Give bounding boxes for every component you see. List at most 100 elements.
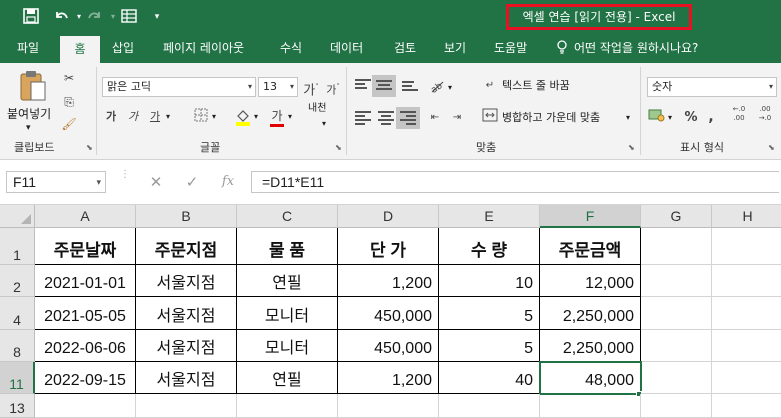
lightbulb-icon[interactable] [556, 33, 568, 63]
align-right-icon[interactable] [400, 111, 416, 125]
font-color-dropdown-icon[interactable]: ▾ [288, 108, 292, 126]
table-header-cell[interactable]: 단 가 [338, 228, 439, 265]
empty-cell[interactable] [712, 330, 781, 362]
select-all-corner[interactable] [0, 205, 35, 228]
table-header-cell[interactable]: 수 량 [439, 228, 540, 265]
align-left-icon[interactable] [355, 111, 371, 125]
wrap-text-button[interactable]: 텍스트 줄 바꿈 [502, 77, 570, 95]
insert-function-icon[interactable]: fx [218, 172, 238, 192]
tab-formulas[interactable]: 수식 [280, 33, 302, 63]
table-header-cell[interactable]: 주문지점 [136, 228, 237, 265]
align-bottom-icon[interactable] [402, 81, 418, 93]
accounting-format-icon[interactable] [648, 108, 666, 126]
font-name-select[interactable]: 맑은 고딕 ▾ [102, 77, 256, 97]
comma-style-icon[interactable]: , [702, 108, 720, 126]
copy-icon[interactable]: ⎘ [60, 93, 78, 111]
empty-cell[interactable] [237, 394, 338, 418]
empty-cell[interactable] [136, 394, 237, 418]
bold-icon[interactable]: 가 [102, 108, 120, 126]
table-cell[interactable]: 2022-06-06 [35, 330, 136, 362]
column-header-a[interactable]: A [35, 205, 136, 228]
redo-icon[interactable] [86, 8, 104, 26]
column-header-c[interactable]: C [237, 205, 338, 228]
decrease-indent-icon[interactable]: ⇤ [426, 109, 444, 127]
table-cell[interactable]: 연필 [237, 362, 338, 394]
column-header-b[interactable]: B [136, 205, 237, 228]
accounting-dropdown-icon[interactable]: ▾ [668, 109, 672, 127]
empty-cell[interactable] [439, 394, 540, 418]
increase-decimal-icon[interactable]: ←.0.00 [730, 105, 748, 123]
number-format-select[interactable]: 숫자 ▾ [647, 77, 777, 97]
tab-file[interactable]: 파일 [17, 33, 39, 63]
tell-me-search[interactable]: 어떤 작업을 원하시나요? [574, 33, 698, 63]
phonetic-dropdown-icon[interactable]: ▾ [322, 115, 326, 133]
empty-cell[interactable] [712, 228, 781, 265]
empty-cell[interactable] [540, 394, 641, 418]
increase-indent-icon[interactable]: ⇥ [448, 109, 466, 127]
tab-insert[interactable]: 삽입 [112, 33, 134, 63]
table-cell[interactable]: 모니터 [237, 297, 338, 330]
orientation-icon[interactable]: ab [428, 78, 446, 96]
italic-icon[interactable]: 가 [124, 108, 142, 126]
tab-review[interactable]: 검토 [394, 33, 416, 63]
active-cell[interactable]: 48,000 [539, 361, 642, 395]
border-dropdown-icon[interactable]: ▾ [212, 108, 216, 126]
row-header-11[interactable]: 11 [0, 362, 35, 394]
table-cell[interactable]: 2021-01-01 [35, 265, 136, 297]
align-middle-icon[interactable] [376, 80, 392, 92]
form-icon[interactable] [120, 8, 138, 26]
tab-page-layout[interactable]: 페이지 레이아웃 [163, 33, 244, 63]
alignment-launcher-icon[interactable]: ⬊ [628, 143, 635, 152]
formula-input[interactable]: =D11*E11 [251, 171, 779, 193]
fill-color-dropdown-icon[interactable]: ▾ [254, 108, 258, 126]
table-cell[interactable]: 2021-05-05 [35, 297, 136, 330]
table-header-cell[interactable]: 물 품 [237, 228, 338, 265]
empty-cell[interactable] [35, 394, 136, 418]
column-header-h[interactable]: H [712, 205, 781, 228]
underline-dropdown-icon[interactable]: ▾ [166, 108, 170, 126]
table-cell[interactable]: 1,200 [338, 265, 439, 297]
tab-view[interactable]: 보기 [444, 33, 466, 63]
customize-icon[interactable]: ▾ [148, 8, 166, 26]
orientation-dropdown-icon[interactable]: ▾ [448, 79, 452, 97]
empty-cell[interactable] [641, 330, 712, 362]
empty-cell[interactable] [641, 394, 712, 418]
empty-cell[interactable] [338, 394, 439, 418]
table-cell[interactable]: 2022-09-15 [35, 362, 136, 394]
empty-cell[interactable] [641, 297, 712, 330]
row-header-1[interactable]: 1 [0, 228, 35, 265]
merge-center-button[interactable]: 병합하고 가운데 맞춤 [502, 109, 600, 127]
format-painter-icon[interactable]: 🖌 [60, 115, 78, 133]
column-header-f[interactable]: F [540, 205, 641, 228]
wrap-text-icon[interactable]: ↵ [481, 77, 499, 95]
decrease-decimal-icon[interactable]: .00 →.0 [756, 105, 774, 123]
splitter-icon[interactable]: ⋮ [120, 170, 130, 192]
table-cell[interactable]: 모니터 [237, 330, 338, 362]
empty-cell[interactable] [712, 265, 781, 297]
table-cell[interactable]: 450,000 [338, 297, 439, 330]
underline-icon[interactable]: 가 [146, 108, 164, 126]
enter-icon[interactable]: ✓ [182, 172, 202, 192]
table-cell[interactable]: 2,250,000 [540, 297, 641, 330]
percent-icon[interactable]: % [682, 109, 700, 127]
table-cell[interactable]: 서울지점 [136, 330, 237, 362]
empty-cell[interactable] [641, 228, 712, 265]
row-header-8[interactable]: 8 [0, 330, 35, 362]
table-cell[interactable]: 서울지점 [136, 265, 237, 297]
phonetic-button[interactable]: 내천 [308, 103, 328, 114]
name-box[interactable]: F11 ▾ [6, 171, 106, 193]
table-cell[interactable]: 서울지점 [136, 362, 237, 394]
column-header-d[interactable]: D [338, 205, 439, 228]
table-cell[interactable]: 서울지점 [136, 297, 237, 330]
empty-cell[interactable] [641, 362, 712, 394]
table-cell[interactable]: 12,000 [540, 265, 641, 297]
table-cell[interactable]: 5 [439, 297, 540, 330]
table-cell[interactable]: 40 [439, 362, 540, 394]
row-header-4[interactable]: 4 [0, 297, 35, 330]
save-icon[interactable] [22, 8, 40, 26]
tab-home[interactable]: 홈 [60, 36, 100, 63]
table-header-cell[interactable]: 주문금액 [540, 228, 641, 265]
paste-dropdown-icon[interactable]: ▾ [26, 119, 31, 137]
table-header-cell[interactable]: 주문날짜 [35, 228, 136, 265]
number-launcher-icon[interactable]: ⬊ [768, 143, 775, 152]
